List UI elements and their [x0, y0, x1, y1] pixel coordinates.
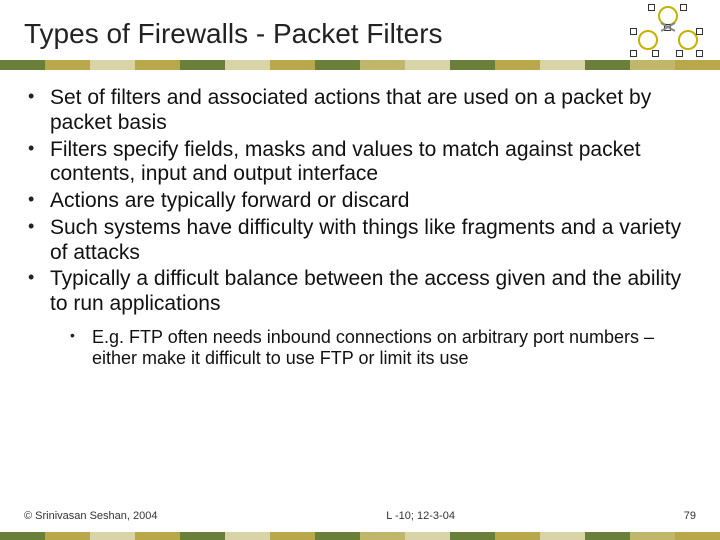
- list-item: Filters specify fields, masks and values…: [24, 138, 686, 188]
- divider-strip-bottom: [0, 532, 720, 540]
- list-item: Set of filters and associated actions th…: [24, 86, 686, 136]
- sub-bullet-list: E.g. FTP often needs inbound connections…: [68, 327, 686, 369]
- footer-copyright: © Srinivasan Seshan, 2004: [24, 510, 157, 522]
- slide-footer: © Srinivasan Seshan, 2004 L -10; 12-3-04…: [0, 510, 720, 522]
- list-item: Such systems have difficulty with things…: [24, 216, 686, 266]
- bullet-list: Set of filters and associated actions th…: [24, 86, 686, 317]
- slide-title: Types of Firewalls - Packet Filters: [0, 0, 720, 60]
- footer-page-number: 79: [684, 510, 696, 522]
- slide-body: Set of filters and associated actions th…: [0, 70, 720, 369]
- network-icon: [632, 6, 704, 60]
- list-item: E.g. FTP often needs inbound connections…: [68, 327, 686, 369]
- list-item: Actions are typically forward or discard: [24, 189, 686, 214]
- list-item: Typically a difficult balance between th…: [24, 267, 686, 317]
- footer-lecture-id: L -10; 12-3-04: [386, 510, 455, 522]
- divider-strip-top: [0, 60, 720, 70]
